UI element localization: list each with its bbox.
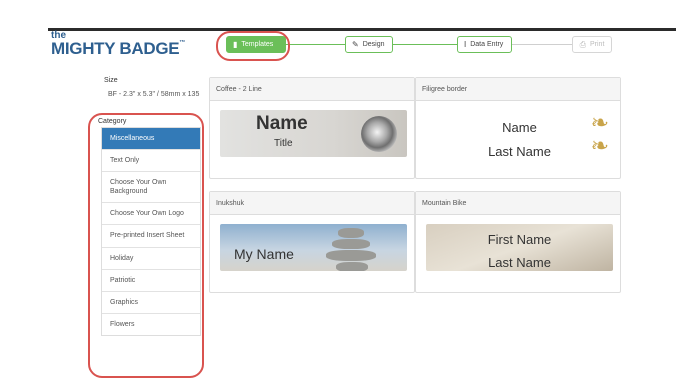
badge-line-1: My Name: [234, 246, 294, 262]
badge-line-2: Last Name: [488, 144, 551, 157]
category-highlight-ring: [88, 113, 204, 378]
badge-line-2: Title: [274, 138, 293, 149]
filigree-ornament-icon: ❧: [590, 110, 609, 135]
badge-preview: My Name: [220, 224, 407, 271]
templates-highlight-ring: [216, 31, 290, 61]
step-label: Print: [590, 41, 605, 48]
badge-preview: Name Last Name ❧ ❧: [426, 110, 613, 157]
step-design-button[interactable]: ✎ Design: [345, 36, 393, 53]
template-title: Mountain Bike: [416, 192, 620, 215]
badge-line-1: Name: [502, 120, 537, 135]
inukshuk-stone: [336, 262, 368, 271]
template-title: Inukshuk: [210, 192, 414, 215]
pencil-icon: ✎: [352, 40, 359, 49]
template-card-inukshuk[interactable]: Inukshuk My Name: [209, 191, 415, 293]
inukshuk-stone: [326, 250, 376, 261]
badge-preview: First Name Last Name: [426, 224, 613, 271]
step-connector: [510, 44, 574, 45]
coffee-cup-image: [361, 116, 397, 152]
step-connector: [391, 44, 467, 45]
printer-icon: ⎙: [579, 39, 586, 49]
step-label: Data Entry: [470, 41, 504, 48]
template-card-coffee[interactable]: Coffee - 2 Line Name Title: [209, 77, 415, 179]
template-card-mountain-bike[interactable]: Mountain Bike First Name Last Name: [415, 191, 621, 293]
size-select[interactable]: BF - 2.3" x 5.3" / 58mm x 135: [104, 87, 205, 104]
size-label: Size: [104, 77, 118, 84]
step-connector: [284, 44, 347, 45]
filigree-ornament-icon: ❧: [590, 133, 609, 157]
template-card-filigree[interactable]: Filigree border Name Last Name ❧ ❧: [415, 77, 621, 179]
step-label: Design: [362, 41, 385, 48]
step-print-button[interactable]: ⎙ Print: [572, 36, 612, 53]
badge-line-1: First Name: [487, 232, 552, 247]
template-title: Coffee - 2 Line: [210, 78, 414, 101]
badge-line-1: Name: [256, 113, 308, 134]
badge-line-2: Last Name: [488, 255, 551, 270]
step-data-entry-button[interactable]: I Data Entry: [457, 36, 512, 53]
inukshuk-stone: [338, 228, 364, 238]
template-title: Filigree border: [416, 78, 620, 101]
badge-preview: Name Title: [220, 110, 407, 157]
text-cursor-icon: I: [464, 40, 467, 49]
logo-name: MIGHTY BADGE™: [51, 39, 186, 58]
inukshuk-stone: [332, 239, 370, 249]
mighty-badge-logo[interactable]: the MIGHTY BADGE™: [51, 31, 186, 58]
